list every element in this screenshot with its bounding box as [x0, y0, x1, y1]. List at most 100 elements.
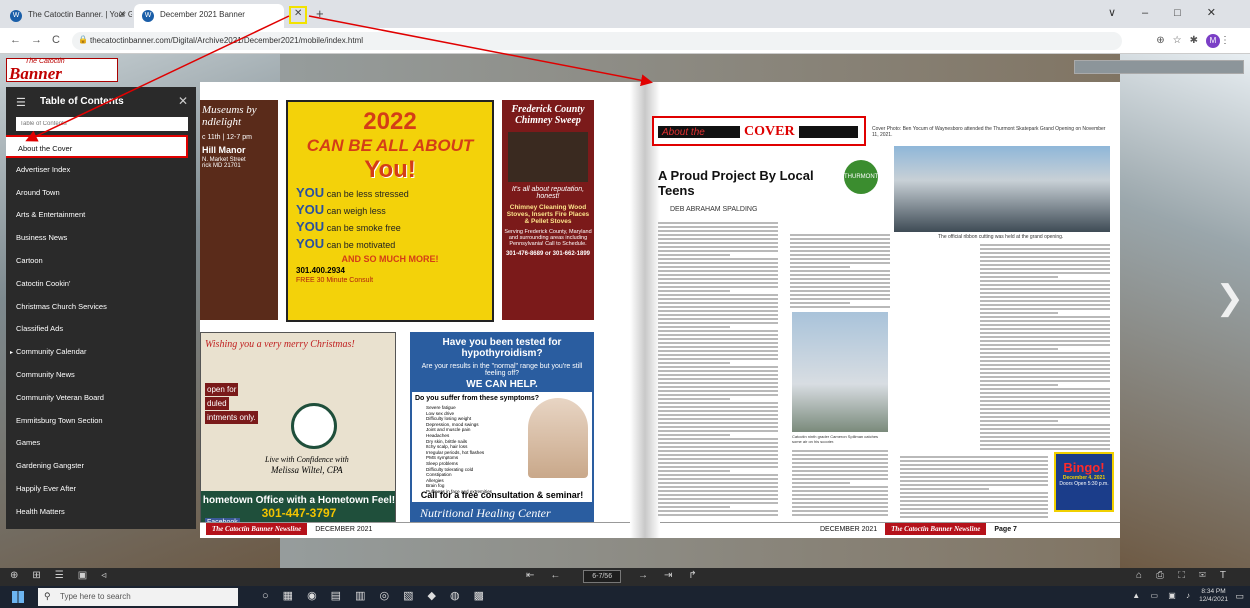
fullscreen-icon[interactable]: ⛶	[1178, 570, 1199, 581]
text-line	[900, 476, 1048, 478]
catoctin-banner-logo[interactable]: The Catoctin Banner	[6, 58, 118, 83]
new-tab-button[interactable]: +	[316, 6, 324, 21]
toc-item[interactable]: Catoctin Cookin'	[6, 272, 196, 295]
share-icon[interactable]: ↱	[688, 570, 712, 581]
taskbar-app-icon[interactable]: ▤	[331, 590, 355, 602]
about-the-cover-banner[interactable]: About the COVER	[652, 116, 866, 146]
toc-item[interactable]: Advertiser Index	[6, 158, 196, 181]
toc-item-label: Health Matters	[16, 506, 65, 516]
extensions-icon[interactable]: ✱	[1190, 35, 1206, 46]
taskbar-app-icon[interactable]: ▧	[403, 590, 427, 602]
taskbar-app-icon[interactable]: ◎	[379, 590, 403, 602]
text-line	[658, 298, 778, 300]
taskbar-app-icon[interactable]: ◆	[428, 590, 450, 602]
thumbnails-icon[interactable]: ⊞	[32, 570, 54, 581]
viewer-search-field[interactable]	[1074, 60, 1244, 74]
tab-december-banner[interactable]: W December 2021 Banner	[134, 4, 284, 28]
taskbar-app-icon[interactable]: ▩	[474, 590, 498, 602]
toc-item[interactable]: Community News	[6, 363, 196, 386]
ribbon-cutting-photo[interactable]	[894, 146, 1110, 232]
install-icon[interactable]: ⊕	[1156, 35, 1172, 46]
last-page-icon[interactable]: ⇥	[664, 570, 688, 581]
toc-item[interactable]: Classified Ads	[6, 317, 196, 340]
taskbar-app-icon[interactable]: ◉	[307, 590, 331, 602]
toc-item[interactable]: Christmas Church Services	[6, 295, 196, 318]
toc-item[interactable]: Look Who Took Us Along	[6, 523, 196, 529]
text-line	[658, 318, 778, 320]
home-icon[interactable]: ⌂	[1136, 570, 1156, 581]
scooter-rider-photo[interactable]	[792, 312, 888, 432]
bookmark-star-icon[interactable]: ☆	[1173, 35, 1190, 46]
toc-menu-icon[interactable]: ☰	[16, 96, 26, 109]
toc-item[interactable]: Emmitsburg Town Section	[6, 409, 196, 432]
next-page-arrow-icon[interactable]: ❯	[1216, 278, 1245, 318]
taskbar-app-icon[interactable]: ◍	[450, 590, 474, 602]
toc-item[interactable]: Health Matters	[6, 500, 196, 523]
first-page-icon[interactable]: ⇤	[526, 570, 550, 581]
text-line	[900, 488, 989, 490]
url-field[interactable]: 🔒 thecatoctinbanner.com/Digital/Archive2…	[72, 32, 1122, 50]
toc-item[interactable]: ▸ Community Calendar	[6, 340, 196, 363]
text-line	[980, 272, 1110, 274]
next-page-icon[interactable]: →	[638, 570, 664, 581]
tab-catoctin-home[interactable]: W The Catoctin Banner. | Your Goo ✕	[2, 4, 132, 28]
magazine-spread[interactable]: Museums by ndlelight c 11th | 12-7 pm Hi…	[200, 82, 1120, 538]
taskbar-apps: ○▦◉▤▥◎▧◆◍▩	[262, 589, 498, 602]
single-page-icon[interactable]: ▣	[78, 570, 101, 581]
toc-toggle-icon[interactable]: ☰	[55, 570, 78, 581]
prev-page-icon[interactable]: ←	[550, 570, 576, 581]
close-window-icon[interactable]: ✕	[1207, 7, 1242, 19]
sound-icon[interactable]: ◃	[101, 570, 120, 581]
toc-item[interactable]: About the Cover	[6, 135, 188, 158]
chimney-sweep-ad[interactable]: Frederick County Chimney Sweep It's all …	[502, 100, 594, 320]
close-tab-icon[interactable]: ✕	[294, 8, 302, 19]
bingo-ad[interactable]: Bingo! December 4, 2021 Doors Open 5:30 …	[1054, 452, 1114, 512]
email-icon[interactable]: ✉	[1199, 570, 1220, 581]
tab-search-icon[interactable]: ∨	[1108, 7, 1142, 19]
profile-avatar[interactable]: M	[1206, 34, 1220, 48]
page-number-field[interactable]: 6-7/56	[583, 570, 622, 583]
toc-item[interactable]: Gardening Gangster	[6, 454, 196, 477]
text-line	[900, 484, 1048, 486]
toc-item[interactable]: Community Veteran Board	[6, 386, 196, 409]
christmas-open: open for	[205, 383, 239, 396]
close-tab-highlight[interactable]: ✕	[289, 6, 307, 24]
taskbar-app-icon[interactable]: ○	[262, 590, 283, 602]
taskbar-clock[interactable]: 8:34 PM 12/4/2021	[1199, 588, 1228, 604]
windows-start-icon[interactable]	[12, 591, 24, 603]
text-line	[790, 290, 890, 292]
toc-item[interactable]: Business News	[6, 226, 196, 249]
close-tab-icon[interactable]: ✕	[118, 9, 126, 20]
menu-dots-icon[interactable]: ⋮	[1220, 35, 1238, 46]
text-line	[658, 514, 778, 516]
article-headline: A Proud Project By Local Teens	[658, 168, 814, 198]
zoom-icon[interactable]: ⊕	[10, 570, 32, 581]
toc-item[interactable]: Around Town	[6, 181, 196, 204]
hypothyroidism-ad[interactable]: Have you been tested for hypothyroidism?…	[410, 332, 594, 532]
toc-close-icon[interactable]: ✕	[178, 94, 188, 108]
museum-ad[interactable]: Museums by ndlelight c 11th | 12-7 pm Hi…	[200, 100, 278, 320]
maximize-icon[interactable]: □	[1174, 7, 1207, 19]
ad-line: YOU can be less stressed	[296, 185, 409, 200]
minimize-icon[interactable]: –	[1142, 7, 1174, 19]
taskbar-app-icon[interactable]: ▦	[283, 590, 307, 602]
toc-item[interactable]: Games	[6, 431, 196, 454]
forward-icon[interactable]: →	[31, 34, 52, 46]
toc-item[interactable]: Arts & Entertainment	[6, 203, 196, 226]
text-view-icon[interactable]: T	[1220, 570, 1240, 581]
back-icon[interactable]: ←	[10, 34, 31, 46]
christmas-tagline: Live with Confidence with	[265, 455, 349, 464]
notifications-icon[interactable]: ▭	[1235, 591, 1244, 602]
hypnosis-2022-ad[interactable]: 2022 CAN BE ALL ABOUT You! YOU can be le…	[286, 100, 494, 322]
ad-headline: CAN BE ALL ABOUT	[306, 136, 474, 155]
print-icon[interactable]: ⎙	[1156, 570, 1178, 581]
cpa-christmas-ad[interactable]: Wishing you a very merry Christmas! open…	[200, 332, 396, 532]
toc-item[interactable]: Cartoon	[6, 249, 196, 272]
taskbar-search-box[interactable]: ⚲ Type here to search	[38, 588, 238, 606]
toc-item-label: Around Town	[16, 187, 60, 197]
toc-item[interactable]: Happily Ever After	[6, 477, 196, 500]
system-tray-icons[interactable]: ▲ ▭ ▣ ♪	[1132, 591, 1194, 600]
taskbar-app-icon[interactable]: ▥	[355, 590, 379, 602]
reload-icon[interactable]: C	[52, 34, 70, 46]
toc-search-input[interactable]	[16, 117, 188, 131]
